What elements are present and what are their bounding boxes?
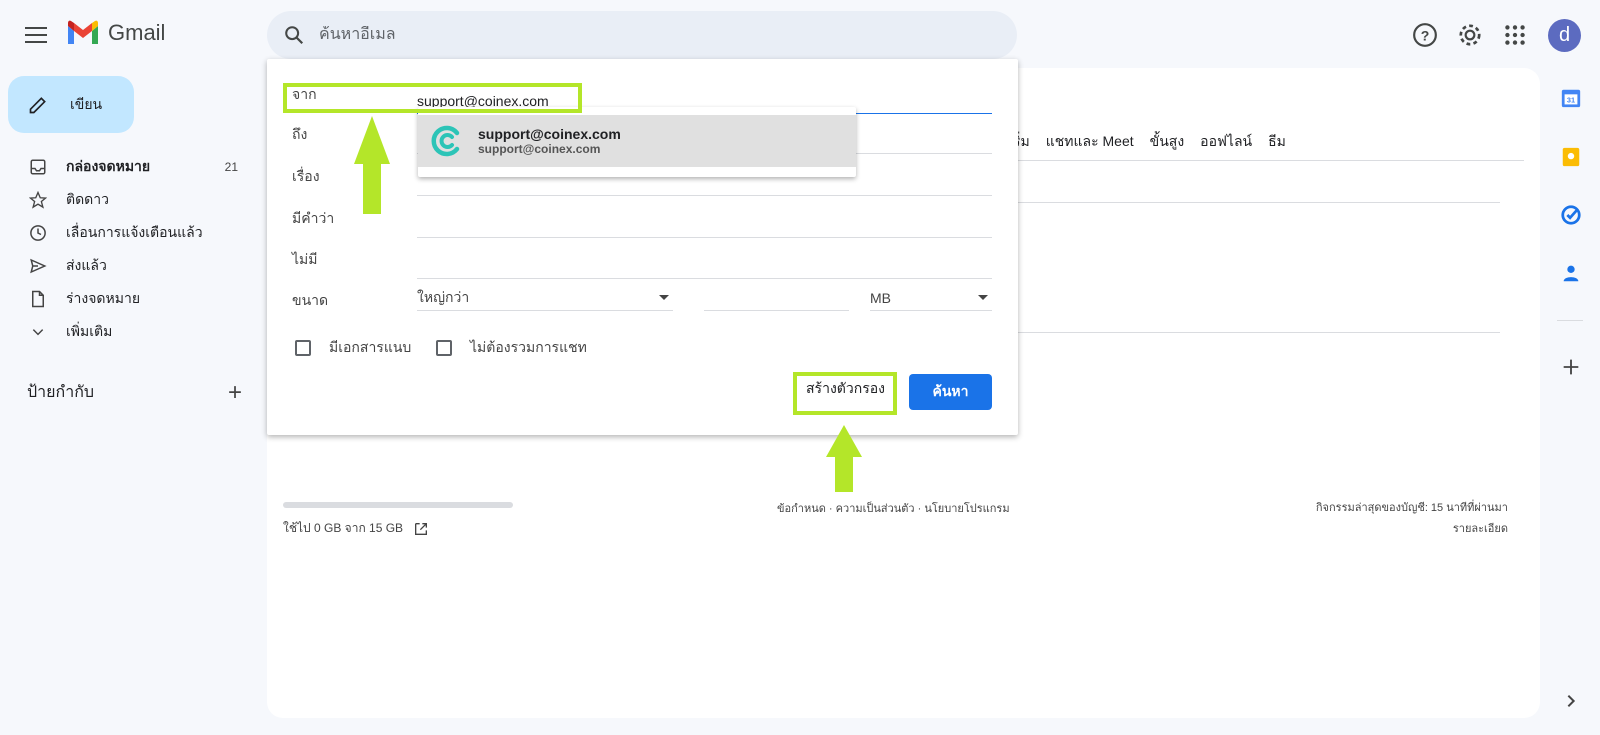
autocomplete-suggestion[interactable]: support@coinex.com support@coinex.com xyxy=(418,115,856,167)
clock-icon xyxy=(30,224,46,241)
activity-details-link[interactable]: รายละเอียด xyxy=(1316,519,1508,540)
checkbox-box[interactable] xyxy=(295,340,311,356)
help-icon[interactable]: ? xyxy=(1412,22,1438,48)
divider xyxy=(1000,160,1524,161)
contacts-icon[interactable] xyxy=(1560,262,1582,284)
sidebar-item-inbox[interactable]: กล่องจดหมาย 21 xyxy=(0,150,250,183)
checkbox-box[interactable] xyxy=(436,340,452,356)
exclude-chats-label: ไม่ต้องรวมการแชท xyxy=(470,339,587,355)
storage-bar xyxy=(283,502,513,508)
divider xyxy=(1000,332,1500,333)
tab-advanced[interactable]: ขั้นสูง xyxy=(1150,131,1185,153)
compose-label: เขียน xyxy=(70,95,103,112)
rail-divider xyxy=(1557,320,1583,321)
activity-text: กิจกรรมล่าสุดของบัญชี: 15 นาทีที่ผ่านมา xyxy=(1315,502,1508,514)
storage-text: ใช้ไป 0 GB จาก 15 GB xyxy=(283,521,404,535)
sidebar-item-label: ติดดาว xyxy=(66,190,109,207)
size-unit-select[interactable]: MB xyxy=(870,285,992,311)
gmail-m-icon xyxy=(68,20,98,44)
search-icon[interactable] xyxy=(283,24,305,46)
keep-icon[interactable] xyxy=(1560,146,1582,168)
sidebar-item-label: กล่องจดหมาย xyxy=(66,157,151,174)
sidebar-item-sent[interactable]: ส่งแล้ว xyxy=(0,249,250,282)
has-words-field[interactable] xyxy=(417,204,992,238)
labels-header: ป้ายกำกับ + xyxy=(27,380,242,405)
unread-count: 21 xyxy=(224,159,238,174)
svg-text:31: 31 xyxy=(1567,96,1575,105)
sidebar-item-drafts[interactable]: ร่างจดหมาย xyxy=(0,282,250,315)
autocomplete-dropdown: support@coinex.com support@coinex.com xyxy=(418,107,856,177)
doesnt-have-label: ไม่มี xyxy=(292,251,318,267)
tab-chat-meet[interactable]: แชทและ Meet xyxy=(1046,131,1134,153)
calendar-icon[interactable]: 31 xyxy=(1560,87,1582,109)
tab-offline[interactable]: ออฟไลน์ xyxy=(1200,131,1252,153)
star-icon xyxy=(29,190,47,209)
gmail-logo[interactable]: Gmail xyxy=(66,20,165,46)
dropdown-caret-icon xyxy=(659,295,669,300)
compose-button[interactable]: เขียน xyxy=(8,76,134,133)
tasks-icon[interactable] xyxy=(1560,204,1582,226)
app-name: Gmail xyxy=(108,20,166,45)
search-bar[interactable] xyxy=(267,11,1017,59)
suggestion-email: support@coinex.com xyxy=(478,142,601,156)
coinex-logo-icon xyxy=(431,125,460,157)
search-button[interactable]: ค้นหา xyxy=(909,374,992,410)
storage-info: ใช้ไป 0 GB จาก 15 GB xyxy=(283,519,429,538)
up-arrow-annotation-icon xyxy=(826,425,862,492)
labels-title: ป้ายกำกับ xyxy=(27,384,95,401)
tab-themes[interactable]: ธีม xyxy=(1268,131,1286,153)
size-operator-select[interactable]: ใหญ่กว่า xyxy=(417,285,673,311)
size-value-field[interactable] xyxy=(704,285,849,311)
sidebar-nav: กล่องจดหมาย 21 ติดดาว เลื่อนการแจ้งเตือน… xyxy=(0,150,250,348)
size-row: ขนาด xyxy=(292,286,432,320)
sidebar-item-label: ส่งแล้ว xyxy=(66,256,107,273)
add-label-plus-icon[interactable]: + xyxy=(228,380,242,405)
account-activity: กิจกรรมล่าสุดของบัญชี: 15 นาทีที่ผ่านมา … xyxy=(1316,498,1508,540)
has-words-row: มีคำว่า xyxy=(292,204,992,238)
has-attachment-checkbox[interactable]: มีเอกสารแนบ xyxy=(295,337,411,359)
doesnt-have-field[interactable] xyxy=(417,245,992,279)
settings-gear-icon[interactable] xyxy=(1457,22,1483,48)
expand-panel-chevron-icon[interactable] xyxy=(1563,693,1579,709)
size-operator-value: ใหญ่กว่า xyxy=(417,288,470,305)
dropdown-caret-icon xyxy=(978,295,988,300)
settings-tabs: ริ่ม แชทและ Meet ขั้นสูง ออฟไลน์ ธีม xyxy=(1013,131,1286,153)
chevron-down-icon xyxy=(32,328,44,335)
pencil-icon xyxy=(29,96,46,113)
account-avatar[interactable]: d xyxy=(1548,19,1581,52)
inbox-icon xyxy=(30,159,46,174)
create-filter-highlight xyxy=(793,372,897,415)
divider xyxy=(1000,202,1500,203)
open-external-icon[interactable] xyxy=(413,521,429,537)
up-arrow-annotation-icon xyxy=(354,116,390,214)
main-menu-button[interactable] xyxy=(22,22,50,50)
has-attachment-label: มีเอกสารแนบ xyxy=(329,339,412,355)
from-field-highlight xyxy=(283,83,582,113)
svg-text:?: ? xyxy=(1421,27,1430,43)
add-addon-plus-icon[interactable] xyxy=(1560,356,1582,378)
exclude-chats-checkbox[interactable]: ไม่ต้องรวมการแชท xyxy=(436,337,587,359)
sidebar-item-label: ร่างจดหมาย xyxy=(66,289,141,306)
sidebar-item-snoozed[interactable]: เลื่อนการแจ้งเตือนแล้ว xyxy=(0,216,250,249)
draft-icon xyxy=(32,290,44,307)
doesnt-have-row: ไม่มี xyxy=(292,245,992,279)
sidebar-item-label: เลื่อนการแจ้งเตือนแล้ว xyxy=(66,223,203,240)
sidebar-item-label: เพิ่มเติม xyxy=(66,322,113,339)
send-icon xyxy=(30,258,47,273)
size-label: ขนาด xyxy=(292,292,329,308)
sidebar-item-starred[interactable]: ติดดาว xyxy=(0,183,250,216)
apps-grid-icon[interactable] xyxy=(1502,22,1528,48)
sidebar-item-more[interactable]: เพิ่มเติม xyxy=(0,315,250,348)
suggestion-name: support@coinex.com xyxy=(478,126,621,142)
footer-links[interactable]: ข้อกำหนด · ความเป็นส่วนตัว · นโยบายโปรแก… xyxy=(777,499,1010,517)
search-input[interactable] xyxy=(319,26,919,44)
size-unit-value: MB xyxy=(870,289,891,306)
